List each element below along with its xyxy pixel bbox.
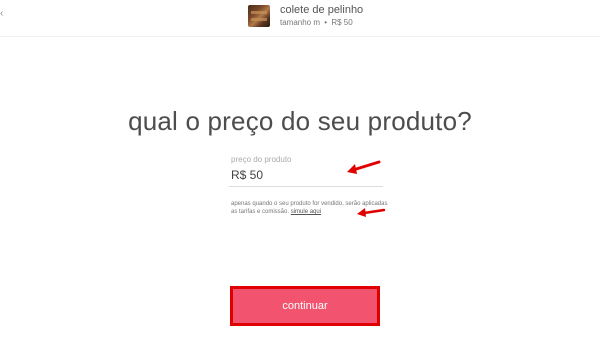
sell-price-page: ‹ colete de pelinho tamanho m • R$ 50 qu… <box>0 0 600 338</box>
separator-dot: • <box>324 18 328 27</box>
product-price: R$ 50 <box>331 18 353 27</box>
product-subtitle: tamanho m • R$ 50 <box>280 18 353 27</box>
annotation-arrow-price-icon <box>347 160 381 174</box>
price-field-label: preço do produto <box>231 155 292 164</box>
annotation-arrow-simulate-icon <box>357 208 386 217</box>
product-thumbnail <box>248 5 270 27</box>
continue-button[interactable]: continuar <box>233 289 377 323</box>
product-header: colete de pelinho tamanho m • R$ 50 <box>0 0 600 37</box>
page-title: qual o preço do seu produto? <box>128 106 472 136</box>
product-size: tamanho m <box>280 18 321 27</box>
product-title: colete de pelinho <box>280 4 364 16</box>
simulate-link[interactable]: simule aqui <box>291 209 321 215</box>
